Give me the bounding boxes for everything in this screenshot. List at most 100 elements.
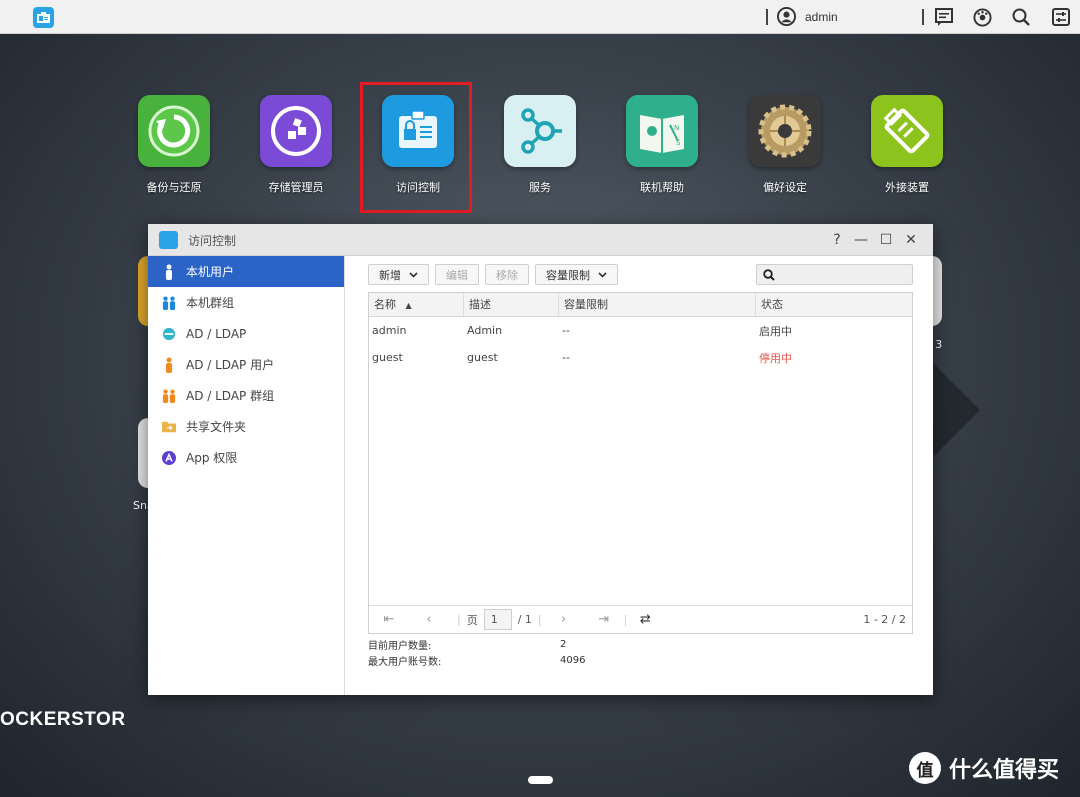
window-titlebar[interactable]: 访问控制 ? — ☐ ✕ — [148, 224, 933, 256]
close-button[interactable]: ✕ — [902, 231, 920, 249]
app-label: 联机帮助 — [640, 181, 684, 194]
toolbar: 新增 编辑 移除 容量限制 — [368, 264, 618, 285]
quota-button[interactable]: 容量限制 — [535, 264, 618, 285]
access-control-icon — [159, 231, 178, 249]
column-header-quota[interactable]: 容量限制 — [559, 293, 756, 316]
app-permission-icon — [162, 450, 176, 466]
message-icon[interactable] — [934, 7, 954, 27]
prev-page-icon[interactable]: ‹ — [415, 612, 443, 627]
search-icon[interactable] — [1011, 7, 1031, 27]
settings-icon[interactable] — [1051, 7, 1071, 27]
app-backup-restore[interactable]: 备份与还原 — [138, 95, 210, 195]
app-online-help[interactable]: NS 联机帮助 — [626, 95, 698, 195]
sidebar-item-ad-ldap-groups[interactable]: AD / LDAP 群组 — [148, 380, 344, 411]
app-services[interactable]: 服务 — [504, 95, 576, 195]
column-header-description[interactable]: 描述 — [464, 293, 559, 316]
user-table: 名称 ▲ 描述 容量限制 状态 admin Admin -- 启用中 guest… — [368, 292, 913, 634]
shared-folder-icon — [162, 419, 176, 435]
storage-manager-icon — [260, 95, 332, 167]
table-row[interactable]: guest guest -- 停用中 — [369, 344, 912, 371]
brand-logo: OCKERSTOR — [0, 709, 126, 730]
sidebar-item-label: App 权限 — [186, 451, 238, 465]
user-summary: 目前用户数量: 2 最大用户账号数: 4096 — [368, 636, 585, 668]
app-external-device[interactable]: 外接装置 — [871, 95, 943, 195]
minimize-button[interactable]: — — [852, 231, 870, 249]
page-range: 1 - 2 / 2 — [863, 613, 906, 626]
maximize-button[interactable]: ☐ — [877, 231, 895, 249]
sidebar-item-local-users[interactable]: 本机用户 — [148, 256, 344, 287]
separator: | — [537, 613, 542, 626]
dashboard-icon[interactable] — [972, 7, 992, 27]
sidebar-item-label: 共享文件夹 — [186, 420, 247, 434]
add-button[interactable]: 新增 — [368, 264, 429, 285]
sidebar-item-label: 本机群组 — [186, 296, 235, 310]
table-header: 名称 ▲ 描述 容量限制 状态 — [369, 293, 912, 317]
app-label: 偏好设定 — [763, 181, 807, 194]
svg-text:S: S — [676, 139, 681, 147]
search-icon — [763, 268, 775, 281]
services-icon — [504, 95, 576, 167]
home-icon[interactable] — [33, 7, 54, 28]
backup-restore-icon — [138, 95, 210, 167]
sidebar-item-label: AD / LDAP — [186, 326, 247, 341]
cell-description: guest — [467, 351, 498, 364]
app-label: 备份与还原 — [146, 181, 202, 194]
current-users-label: 目前用户数量: — [368, 640, 432, 652]
next-page-icon[interactable]: › — [550, 612, 578, 627]
background-decoration — [930, 360, 980, 460]
sidebar-item-ad-ldap-users[interactable]: AD / LDAP 用户 — [148, 349, 344, 380]
cell-status: 启用中 — [759, 324, 792, 338]
column-header-name[interactable]: 名称 ▲ — [369, 293, 464, 316]
page-number-input[interactable]: 1 — [483, 609, 512, 630]
cell-quota: -- — [562, 324, 570, 337]
search-input[interactable] — [756, 264, 913, 285]
svg-text:N: N — [674, 124, 679, 132]
help-button[interactable]: ? — [828, 231, 846, 249]
sidebar-item-ad-ldap[interactable]: AD / LDAP — [148, 318, 344, 349]
ad-ldap-user-icon — [162, 357, 176, 373]
max-users-value: 4096 — [560, 654, 586, 666]
edit-button[interactable]: 编辑 — [435, 264, 479, 285]
ad-ldap-group-icon — [162, 388, 176, 404]
pagination-bar: ⇤ ‹ | 页 1 / 1 | › ⇥ | ⇄ 1 - 2 / 2 — [369, 605, 912, 633]
sidebar-item-app-permissions[interactable]: App 权限 — [148, 442, 344, 473]
main-panel: 新增 编辑 移除 容量限制 名称 ▲ 描述 容量限制 状态 admin Admi… — [346, 256, 933, 695]
online-help-icon: NS — [626, 95, 698, 167]
top-bar: admin — [0, 0, 1080, 34]
app-label: 存储管理员 — [268, 181, 324, 194]
last-page-icon[interactable]: ⇥ — [590, 612, 618, 627]
sidebar-item-local-groups[interactable]: 本机群组 — [148, 287, 344, 318]
column-header-status[interactable]: 状态 — [756, 293, 912, 316]
sidebar-item-shared-folders[interactable]: 共享文件夹 — [148, 411, 344, 442]
sidebar-item-label: AD / LDAP 用户 — [186, 358, 275, 372]
sidebar-item-label: AD / LDAP 群组 — [186, 389, 275, 403]
app-preferences[interactable]: 偏好设定 — [749, 95, 821, 195]
cell-name: admin — [372, 324, 407, 337]
separator: | — [623, 613, 628, 626]
app-label: 服务 — [529, 181, 551, 194]
refresh-icon[interactable]: ⇄ — [631, 612, 659, 627]
preferences-gear-icon — [749, 95, 821, 167]
app-storage-manager[interactable]: 存储管理员 — [260, 95, 332, 195]
watermark: 值 什么值得买 — [909, 752, 1059, 784]
user-avatar-icon — [777, 7, 796, 26]
first-page-icon[interactable]: ⇤ — [375, 612, 403, 627]
chevron-down-icon — [409, 271, 418, 278]
total-pages: / 1 — [517, 613, 532, 626]
local-user-icon — [162, 264, 176, 280]
cell-description: Admin — [467, 324, 503, 337]
column-label: 名称 — [374, 298, 396, 311]
user-menu[interactable]: admin — [777, 7, 838, 26]
local-group-icon — [162, 295, 176, 311]
sidebar-item-label: 本机用户 — [186, 265, 235, 279]
remove-button[interactable]: 移除 — [485, 264, 529, 285]
separator: | — [457, 613, 461, 626]
table-row[interactable]: admin Admin -- 启用中 — [369, 317, 912, 344]
page-label: 页 — [466, 613, 478, 627]
access-control-window: 访问控制 ? — ☐ ✕ 本机用户 本机群组 AD / LDAP AD / LD… — [148, 224, 933, 695]
max-users-label: 最大用户账号数: — [368, 656, 442, 668]
dock-handle[interactable] — [528, 776, 553, 784]
app-label: 外接装置 — [885, 181, 929, 194]
ad-ldap-icon — [162, 326, 176, 342]
separator — [766, 9, 768, 25]
